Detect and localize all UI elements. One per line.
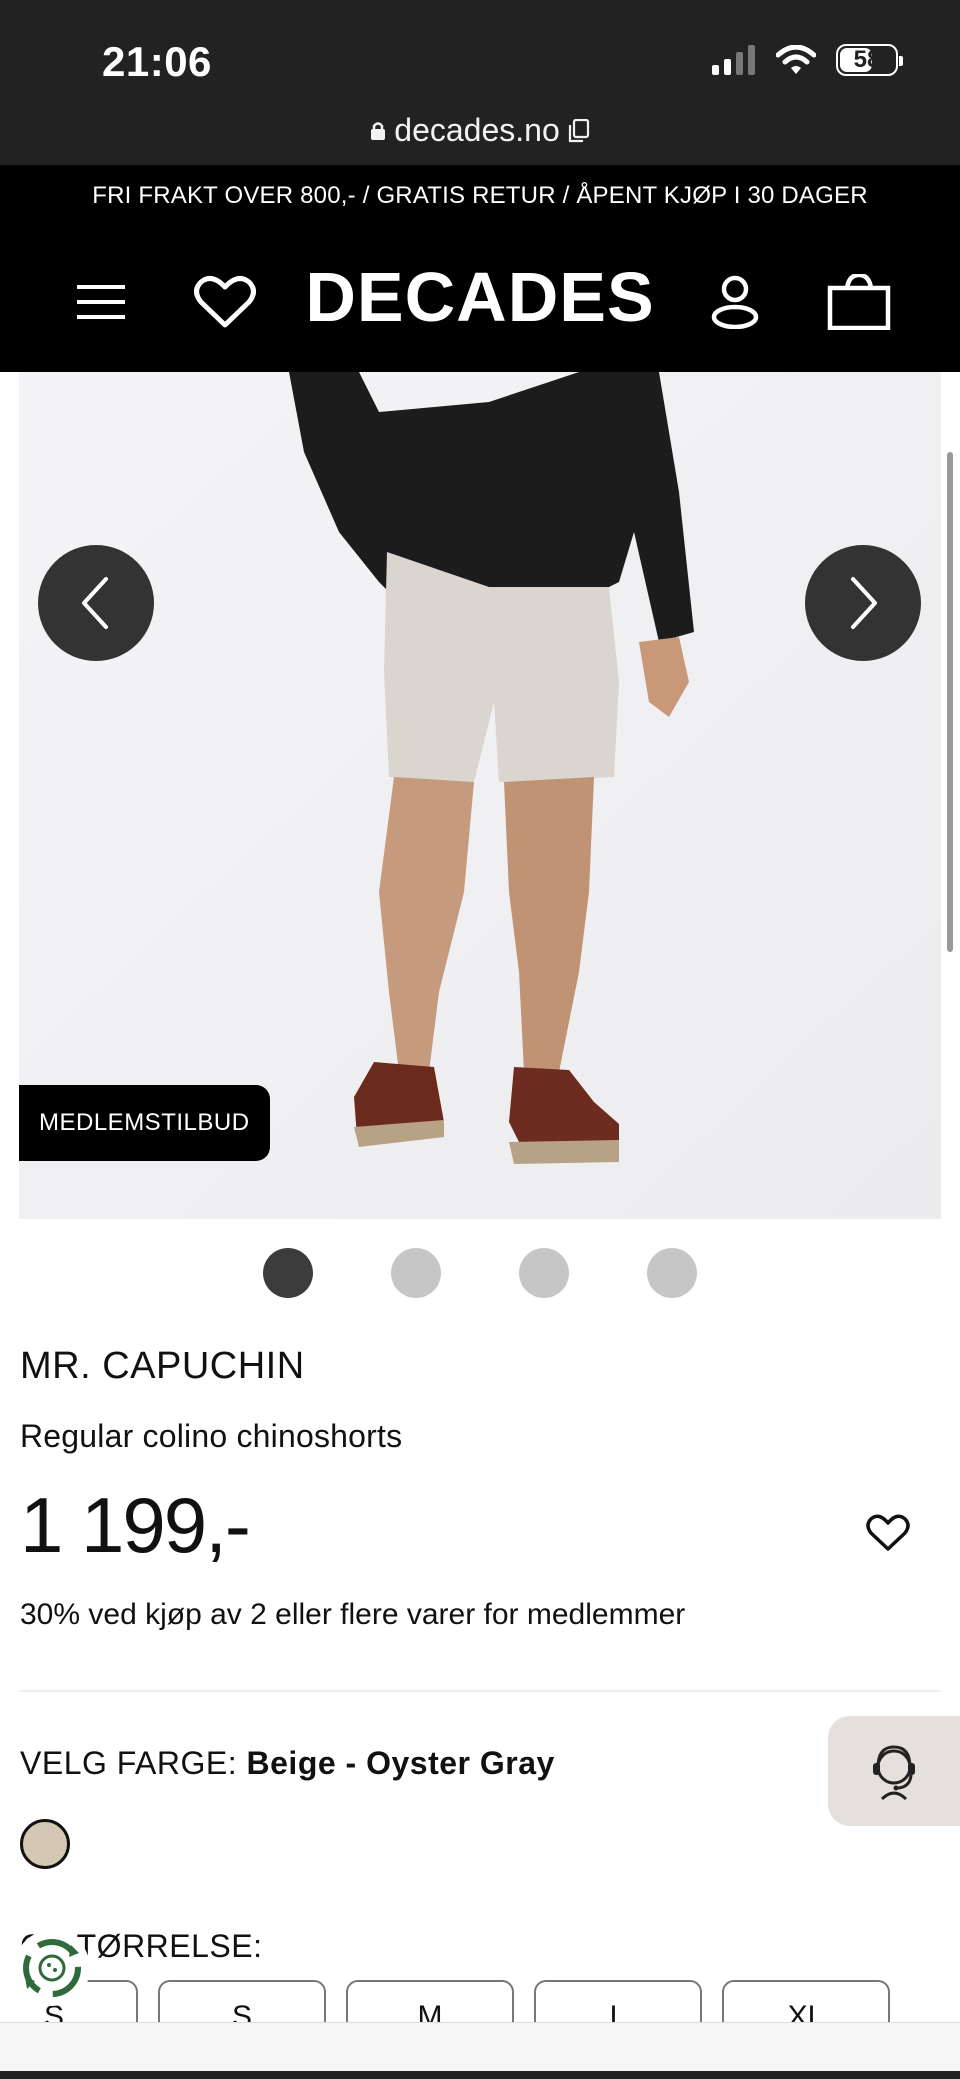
size-option[interactable]: S — [158, 1980, 326, 2022]
gallery-pagination — [0, 1248, 960, 1298]
color-swatch-beige[interactable] — [20, 1819, 70, 1869]
color-label-prefix: VELG FARGE: — [20, 1745, 238, 1781]
size-options: S S M L XL — [20, 1980, 940, 2022]
lock-icon — [371, 121, 386, 140]
status-time: 21:06 — [102, 38, 212, 85]
browser-bottom-bar — [0, 2022, 960, 2079]
bag-icon — [827, 274, 891, 330]
gallery-prev-button[interactable] — [38, 545, 154, 661]
color-label: VELG FARGE: Beige - Oyster Gray — [20, 1745, 555, 1782]
product-brand[interactable]: MR. CAPUCHIN — [20, 1345, 305, 1388]
divider — [20, 1690, 940, 1692]
chevron-right-icon — [851, 577, 877, 629]
size-option[interactable]: M — [346, 1980, 514, 2022]
gallery-dot[interactable] — [263, 1248, 313, 1298]
menu-button[interactable] — [68, 269, 134, 335]
product-title: Regular colino chinoshorts — [20, 1418, 403, 1454]
recycle-icon — [23, 1939, 81, 1997]
heart-outline-icon — [866, 1514, 910, 1551]
user-icon — [711, 275, 759, 329]
product-price: 1 199,- — [20, 1481, 251, 1569]
battery-icon: 58 — [836, 44, 903, 76]
battery-level: 58 — [853, 46, 881, 73]
recycle-badge[interactable] — [14, 1930, 90, 2006]
chevron-left-icon — [82, 577, 108, 629]
address-bar[interactable]: decades.no — [0, 112, 960, 149]
status-bar: 21:06 58 decades.no — [0, 0, 960, 165]
page-scrollbar[interactable] — [947, 452, 953, 952]
hamburger-icon — [77, 285, 125, 319]
selected-color: Beige - Oyster Gray — [246, 1745, 555, 1781]
gallery-next-button[interactable] — [805, 545, 921, 661]
wishlist-button[interactable] — [192, 269, 258, 335]
cart-button[interactable] — [826, 269, 892, 335]
support-agent-icon — [873, 1745, 915, 1801]
url-text: decades.no — [394, 112, 560, 148]
size-option[interactable]: XL — [722, 1980, 890, 2022]
copy-icon[interactable] — [568, 118, 590, 143]
gallery-dot[interactable] — [519, 1248, 569, 1298]
member-discount-text: 30% ved kjøp av 2 eller flere varer for … — [20, 1598, 686, 1631]
add-to-wishlist-button[interactable] — [862, 1508, 914, 1558]
status-icons: 58 — [712, 44, 903, 76]
promo-banner: FRI FRAKT OVER 800,- / GRATIS RETUR / ÅP… — [0, 165, 960, 227]
heart-icon — [194, 275, 256, 328]
site-header: DECADES — [0, 227, 960, 372]
account-button[interactable] — [702, 269, 768, 335]
gallery-dot[interactable] — [647, 1248, 697, 1298]
wifi-icon — [776, 45, 816, 74]
gallery-dot[interactable] — [391, 1248, 441, 1298]
site-logo[interactable]: DECADES — [0, 257, 960, 337]
member-offer-badge: MEDLEMSTILBUD — [19, 1085, 270, 1161]
size-option[interactable]: L — [534, 1980, 702, 2022]
customer-service-button[interactable] — [828, 1716, 960, 1826]
signal-icon — [712, 45, 755, 75]
